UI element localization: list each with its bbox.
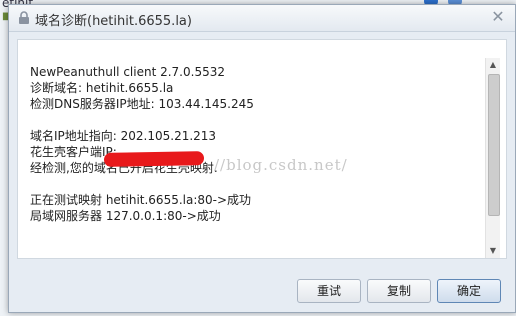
watermark-text: //blog.csdn.net/ — [214, 156, 348, 174]
redaction-mark — [103, 151, 205, 167]
domain-diagnosis-dialog: 域名诊断(hetihit.6655.la) ✕ NewPeanuthull cl… — [8, 4, 516, 313]
dialog-title: 域名诊断(hetihit.6655.la) — [35, 14, 192, 29]
diagnosis-output-box[interactable]: NewPeanuthull client 2.7.0.5532 诊断域名: he… — [17, 39, 507, 259]
scroll-up-arrow-icon[interactable]: ▲ — [486, 58, 500, 72]
copy-button[interactable]: 复制 — [367, 279, 431, 303]
report-blank-line — [30, 112, 476, 128]
report-line: 域名IP地址指向: 202.105.21.213 — [30, 129, 217, 143]
ok-button[interactable]: 确定 — [437, 279, 501, 303]
report-line: 局域网服务器 127.0.0.1:80->成功 — [30, 209, 221, 223]
scrollbar-thumb[interactable] — [488, 74, 500, 216]
report-line: 正在测试映射 hetihit.6655.la:80->成功 — [30, 193, 252, 207]
report-line: 检测DNS服务器IP地址: 103.44.145.245 — [30, 97, 254, 111]
scroll-down-arrow-icon[interactable]: ▼ — [486, 244, 500, 258]
report-blank-line — [30, 176, 476, 192]
vertical-scrollbar[interactable]: ▲ ▼ — [485, 58, 500, 258]
retry-button[interactable]: 重试 — [297, 279, 361, 303]
dialog-titlebar[interactable]: 域名诊断(hetihit.6655.la) ✕ — [9, 5, 515, 32]
report-line: 诊断域名: hetihit.6655.la — [30, 81, 174, 95]
lock-icon — [19, 11, 29, 24]
close-button[interactable]: ✕ — [489, 8, 507, 26]
report-line: NewPeanuthull client 2.7.0.5532 — [30, 65, 225, 79]
